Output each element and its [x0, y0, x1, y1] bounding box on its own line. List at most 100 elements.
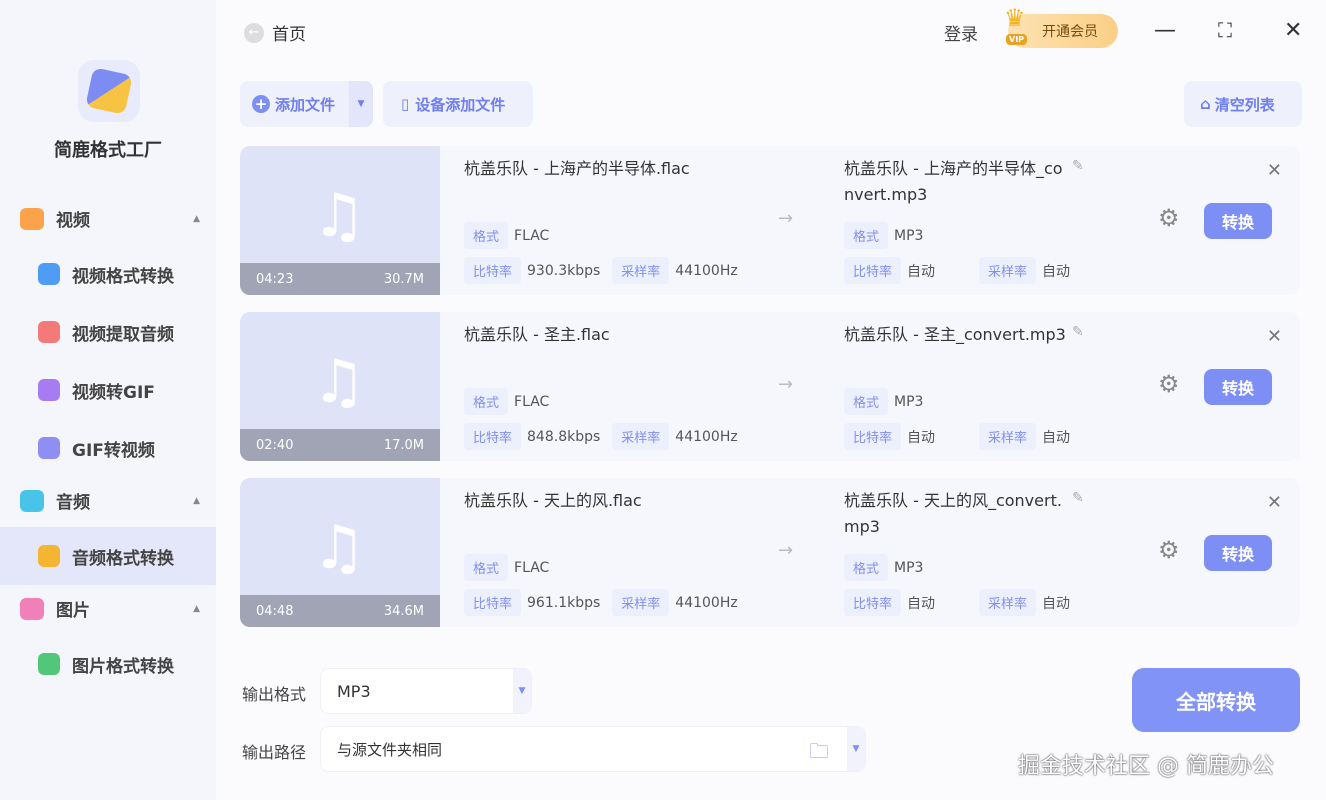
duration: 02:40 — [256, 437, 294, 453]
home-link[interactable]: ← 首页 — [244, 20, 306, 45]
device-add-label: 设备添加文件 — [415, 95, 506, 114]
thumbnail: ♫ 04:23 30.7M — [240, 146, 440, 295]
section-icon — [20, 597, 44, 620]
convert-button[interactable]: 转换 — [1204, 369, 1272, 405]
app-name: 简鹿格式工厂 — [54, 140, 162, 161]
source-bitrate: 848.8kbps — [527, 428, 601, 445]
item-icon — [38, 321, 60, 343]
close-window-button[interactable]: ✕ — [1284, 18, 1302, 43]
sidebar-item[interactable]: 视频转GIF — [0, 361, 216, 419]
app-logo — [78, 60, 140, 122]
output-samplerate: 自动 — [1042, 263, 1071, 280]
minimize-button[interactable]: — — [1154, 18, 1176, 43]
edit-icon[interactable]: ✎ — [1072, 158, 1084, 174]
sidebar-item[interactable]: 视频提取音频 — [0, 303, 216, 361]
remove-file-button[interactable]: ✕ — [1267, 492, 1282, 513]
source-format: FLAC — [514, 393, 550, 410]
crown-icon: ♛ — [1004, 4, 1026, 32]
login-link[interactable]: 登录 — [944, 20, 978, 45]
file-size: 30.7M — [383, 271, 424, 287]
source-samplerate: 44100Hz — [675, 428, 738, 445]
format-tag: 格式 — [844, 388, 889, 415]
item-icon — [38, 653, 60, 675]
format-tag: 格式 — [464, 554, 509, 581]
sidebar-item[interactable]: GIF转视频 — [0, 419, 216, 477]
source-bitrate: 930.3kbps — [527, 262, 601, 279]
output-format: MP3 — [894, 559, 924, 576]
output-filename[interactable]: 杭盖乐队 - 圣主_convert.mp3 — [844, 322, 1066, 348]
output-filename-text: 杭盖乐队 - 圣主_convert.mp3 — [844, 325, 1066, 344]
settings-gear-icon[interactable]: ⚙ — [1158, 204, 1180, 232]
folder-icon[interactable]: 🗀 — [809, 737, 829, 771]
sidebar-section[interactable]: 视频 ▲ — [20, 206, 200, 231]
add-file-button[interactable]: + 添加文件 ▼ — [240, 81, 373, 127]
remove-file-button[interactable]: ✕ — [1267, 326, 1282, 347]
vip-label: 开通会员 — [1042, 24, 1098, 40]
item-icon — [38, 437, 60, 459]
sidebar-item-label: 视频提取音频 — [72, 324, 174, 345]
sidebar-item-label: 视频格式转换 — [72, 266, 174, 287]
output-format-value: MP3 — [337, 681, 371, 701]
broom-icon: ⌂ — [1200, 95, 1211, 113]
duration: 04:23 — [256, 271, 294, 287]
source-samplerate: 44100Hz — [675, 262, 738, 279]
output-format-select[interactable]: MP3 ▼ — [320, 668, 532, 714]
sidebar-item[interactable]: 音频格式转换 — [0, 527, 216, 585]
convert-button[interactable]: 转换 — [1204, 535, 1272, 571]
file-card: ♫ 04:23 30.7M 杭盖乐队 - 上海产的半导体.flac 格式 FLAC … — [240, 146, 1300, 295]
duration: 04:48 — [256, 603, 294, 619]
item-icon — [38, 545, 60, 567]
add-file-dropdown[interactable]: ▼ — [349, 81, 373, 127]
item-icon — [38, 379, 60, 401]
edit-icon[interactable]: ✎ — [1072, 324, 1084, 340]
remove-file-button[interactable]: ✕ — [1267, 160, 1282, 181]
output-path-field[interactable]: 与源文件夹相同 🗀 ▼ — [320, 726, 866, 772]
sidebar-item-label: 图片格式转换 — [72, 656, 174, 677]
output-format: MP3 — [894, 227, 924, 244]
device-add-button[interactable]: ▯ 设备添加文件 — [383, 81, 533, 127]
sidebar-item[interactable]: 视频格式转换 — [0, 245, 216, 303]
source-bitrate: 961.1kbps — [527, 594, 601, 611]
maximize-button[interactable]: ⛶ — [1218, 18, 1232, 42]
file-card: ♫ 04:48 34.6M 杭盖乐队 - 天上的风.flac 格式 FLAC 比特率… — [240, 478, 1300, 627]
sidebar: 简鹿格式工厂 视频 ▲ 视频格式转换 视频提取音频视频转GIF GIF转视频音频 ▲ 音频格… — [0, 0, 216, 800]
bitrate-tag: 比特率 — [844, 257, 902, 284]
sidebar-item-label: 音频格式转换 — [72, 548, 174, 569]
back-arrow-icon: ← — [244, 22, 264, 43]
convert-all-button[interactable]: 全部转换 — [1132, 668, 1300, 732]
output-filename[interactable]: 杭盖乐队 - 上海产的半导体_convert.mp3 — [844, 156, 1066, 208]
output-filename[interactable]: 杭盖乐队 - 天上的风_convert.mp3 — [844, 488, 1066, 540]
source-filename: 杭盖乐队 - 天上的风.flac — [464, 491, 642, 510]
bitrate-tag: 比特率 — [464, 423, 522, 450]
thumbnail: ♫ 02:40 17.0M — [240, 312, 440, 461]
sidebar-item[interactable]: 图片格式转换 — [0, 635, 216, 693]
vip-button[interactable]: ♛ VIP 开通会员 — [1004, 4, 1118, 48]
output-samplerate: 自动 — [1042, 595, 1071, 612]
samplerate-tag: 采样率 — [612, 589, 670, 616]
music-note-icon: ♫ — [312, 347, 366, 417]
file-card: ♫ 02:40 17.0M 杭盖乐队 - 圣主.flac 格式 FLAC 比特率 84… — [240, 312, 1300, 461]
convert-button[interactable]: 转换 — [1204, 203, 1272, 239]
file-size: 34.6M — [383, 603, 424, 619]
sidebar-section[interactable]: 音频 ▲ — [20, 488, 200, 513]
output-format-label: 输出格式 — [242, 685, 307, 704]
samplerate-tag: 采样率 — [979, 257, 1037, 284]
settings-gear-icon[interactable]: ⚙ — [1158, 536, 1180, 564]
bitrate-tag: 比特率 — [464, 589, 522, 616]
vip-badge: VIP — [1006, 34, 1028, 45]
thumbnail: ♫ 04:48 34.6M — [240, 478, 440, 627]
edit-icon[interactable]: ✎ — [1072, 490, 1084, 506]
clear-list-button[interactable]: ⌂ 清空列表 — [1184, 81, 1302, 127]
bitrate-tag: 比特率 — [464, 257, 522, 284]
caret-up-icon: ▲ — [193, 495, 200, 506]
caret-up-icon: ▲ — [193, 603, 200, 614]
output-format: MP3 — [894, 393, 924, 410]
output-filename-text: 杭盖乐队 - 上海产的半导体_convert.mp3 — [844, 159, 1063, 204]
sidebar-section[interactable]: 图片 ▲ — [20, 596, 200, 621]
section-label: 图片 — [56, 601, 90, 621]
chevron-down-icon: ▼ — [513, 669, 531, 713]
source-filename: 杭盖乐队 - 圣主.flac — [464, 325, 610, 344]
settings-gear-icon[interactable]: ⚙ — [1158, 370, 1180, 398]
output-path-dropdown[interactable]: ▼ — [847, 727, 865, 771]
output-bitrate: 自动 — [907, 595, 936, 612]
